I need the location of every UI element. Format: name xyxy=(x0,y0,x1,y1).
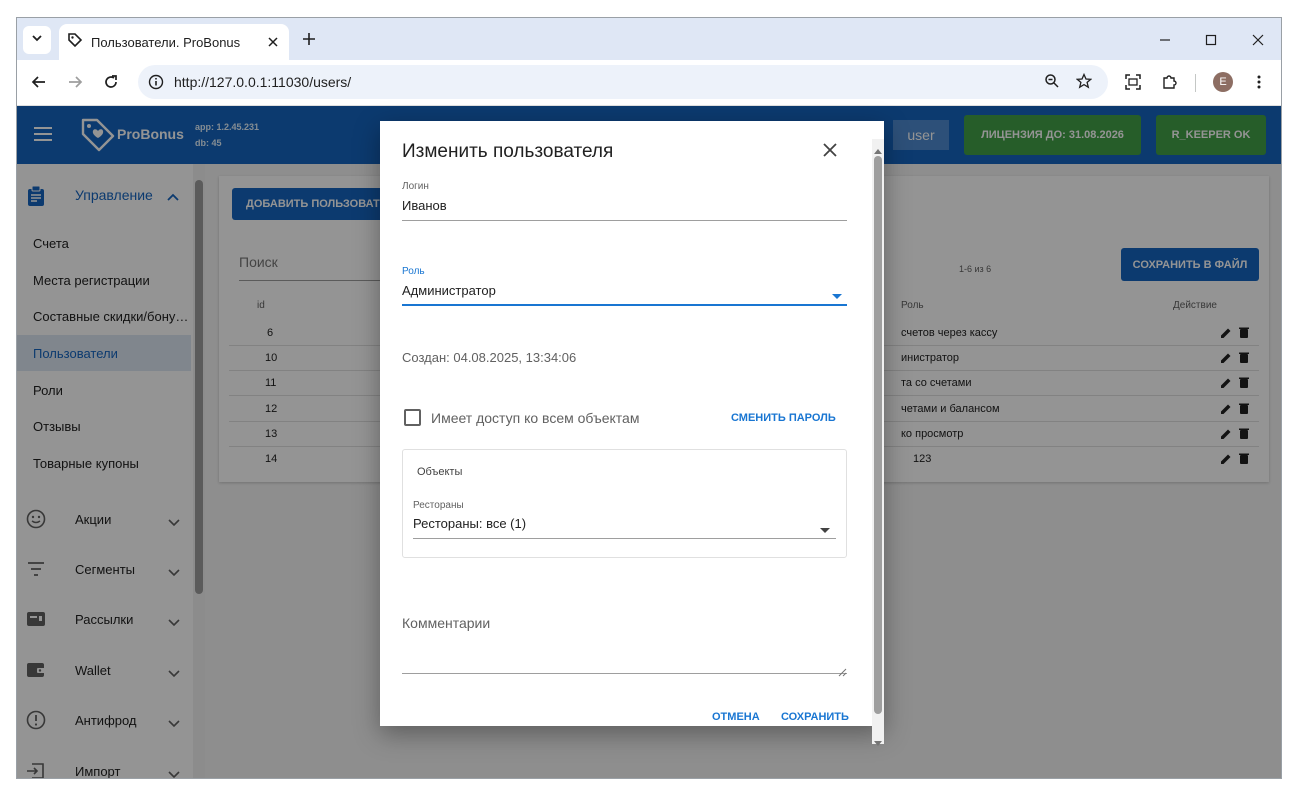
comments-field[interactable]: Комментарии xyxy=(402,615,490,631)
role-underline xyxy=(402,304,847,306)
browser-menu-icon[interactable] xyxy=(1245,68,1273,96)
minimize-icon[interactable] xyxy=(1151,26,1179,54)
close-icon[interactable] xyxy=(823,143,837,162)
comments-underline xyxy=(402,673,847,674)
zoom-icon[interactable] xyxy=(1044,73,1060,94)
edit-user-dialog: Изменить пользователя Логин Иванов Роль … xyxy=(380,121,884,726)
restaurants-underline xyxy=(413,538,836,539)
site-info-icon[interactable] xyxy=(148,74,164,95)
forward-icon[interactable] xyxy=(61,68,89,96)
dropdown-arrow-icon[interactable] xyxy=(832,287,842,305)
dialog-scroll-thumb[interactable] xyxy=(874,156,882,714)
access-all-checkbox[interactable] xyxy=(404,409,421,426)
extensions-icon[interactable] xyxy=(1155,68,1183,96)
profile-avatar[interactable]: E xyxy=(1213,72,1233,92)
maximize-icon[interactable] xyxy=(1197,26,1225,54)
created-date: Создан: 04.08.2025, 13:34:06 xyxy=(402,350,577,365)
change-password-button[interactable]: СМЕНИТЬ ПАРОЛЬ xyxy=(731,412,836,424)
resize-handle-icon[interactable] xyxy=(838,664,847,682)
screenshot-icon[interactable] xyxy=(1119,68,1147,96)
dialog-title: Изменить пользователя xyxy=(402,141,614,162)
tab-title: Пользователи. ProBonus xyxy=(91,34,241,50)
objects-panel: Объекты Рестораны Рестораны: все (1) xyxy=(402,449,847,558)
tab-search-button[interactable] xyxy=(23,26,51,54)
close-window-icon[interactable] xyxy=(1244,26,1272,54)
address-bar[interactable]: http://127.0.0.1:11030/users/ xyxy=(138,65,1108,99)
dropdown-arrow-icon[interactable] xyxy=(820,521,830,539)
browser-tab[interactable]: Пользователи. ProBonus xyxy=(59,24,289,60)
objects-title: Объекты xyxy=(417,466,463,478)
tag-icon xyxy=(67,32,83,53)
role-label: Роль xyxy=(402,266,425,277)
bookmark-star-icon[interactable] xyxy=(1075,72,1093,94)
login-underline xyxy=(402,220,847,221)
tab-strip: Пользователи. ProBonus xyxy=(17,18,1281,60)
role-select[interactable]: Администратор xyxy=(402,283,496,298)
url-text: http://127.0.0.1:11030/users/ xyxy=(174,74,352,90)
close-tab-icon[interactable] xyxy=(261,30,285,54)
toolbar-divider xyxy=(1195,74,1196,92)
reload-icon[interactable] xyxy=(97,68,125,96)
save-button[interactable]: СОХРАНИТЬ xyxy=(781,711,849,723)
access-all-label: Имеет доступ ко всем объектам xyxy=(431,410,640,426)
cancel-button[interactable]: ОТМЕНА xyxy=(712,711,760,723)
restaurants-label: Рестораны xyxy=(413,500,464,511)
login-label: Логин xyxy=(402,181,429,192)
browser-toolbar: http://127.0.0.1:11030/users/ E xyxy=(17,60,1281,106)
scroll-down-icon[interactable] xyxy=(874,734,882,752)
chevron-down-icon xyxy=(31,31,43,49)
restaurants-select[interactable]: Рестораны: все (1) xyxy=(413,516,526,531)
back-icon[interactable] xyxy=(25,68,53,96)
login-field[interactable]: Иванов xyxy=(402,198,447,213)
new-tab-button[interactable] xyxy=(297,27,321,51)
